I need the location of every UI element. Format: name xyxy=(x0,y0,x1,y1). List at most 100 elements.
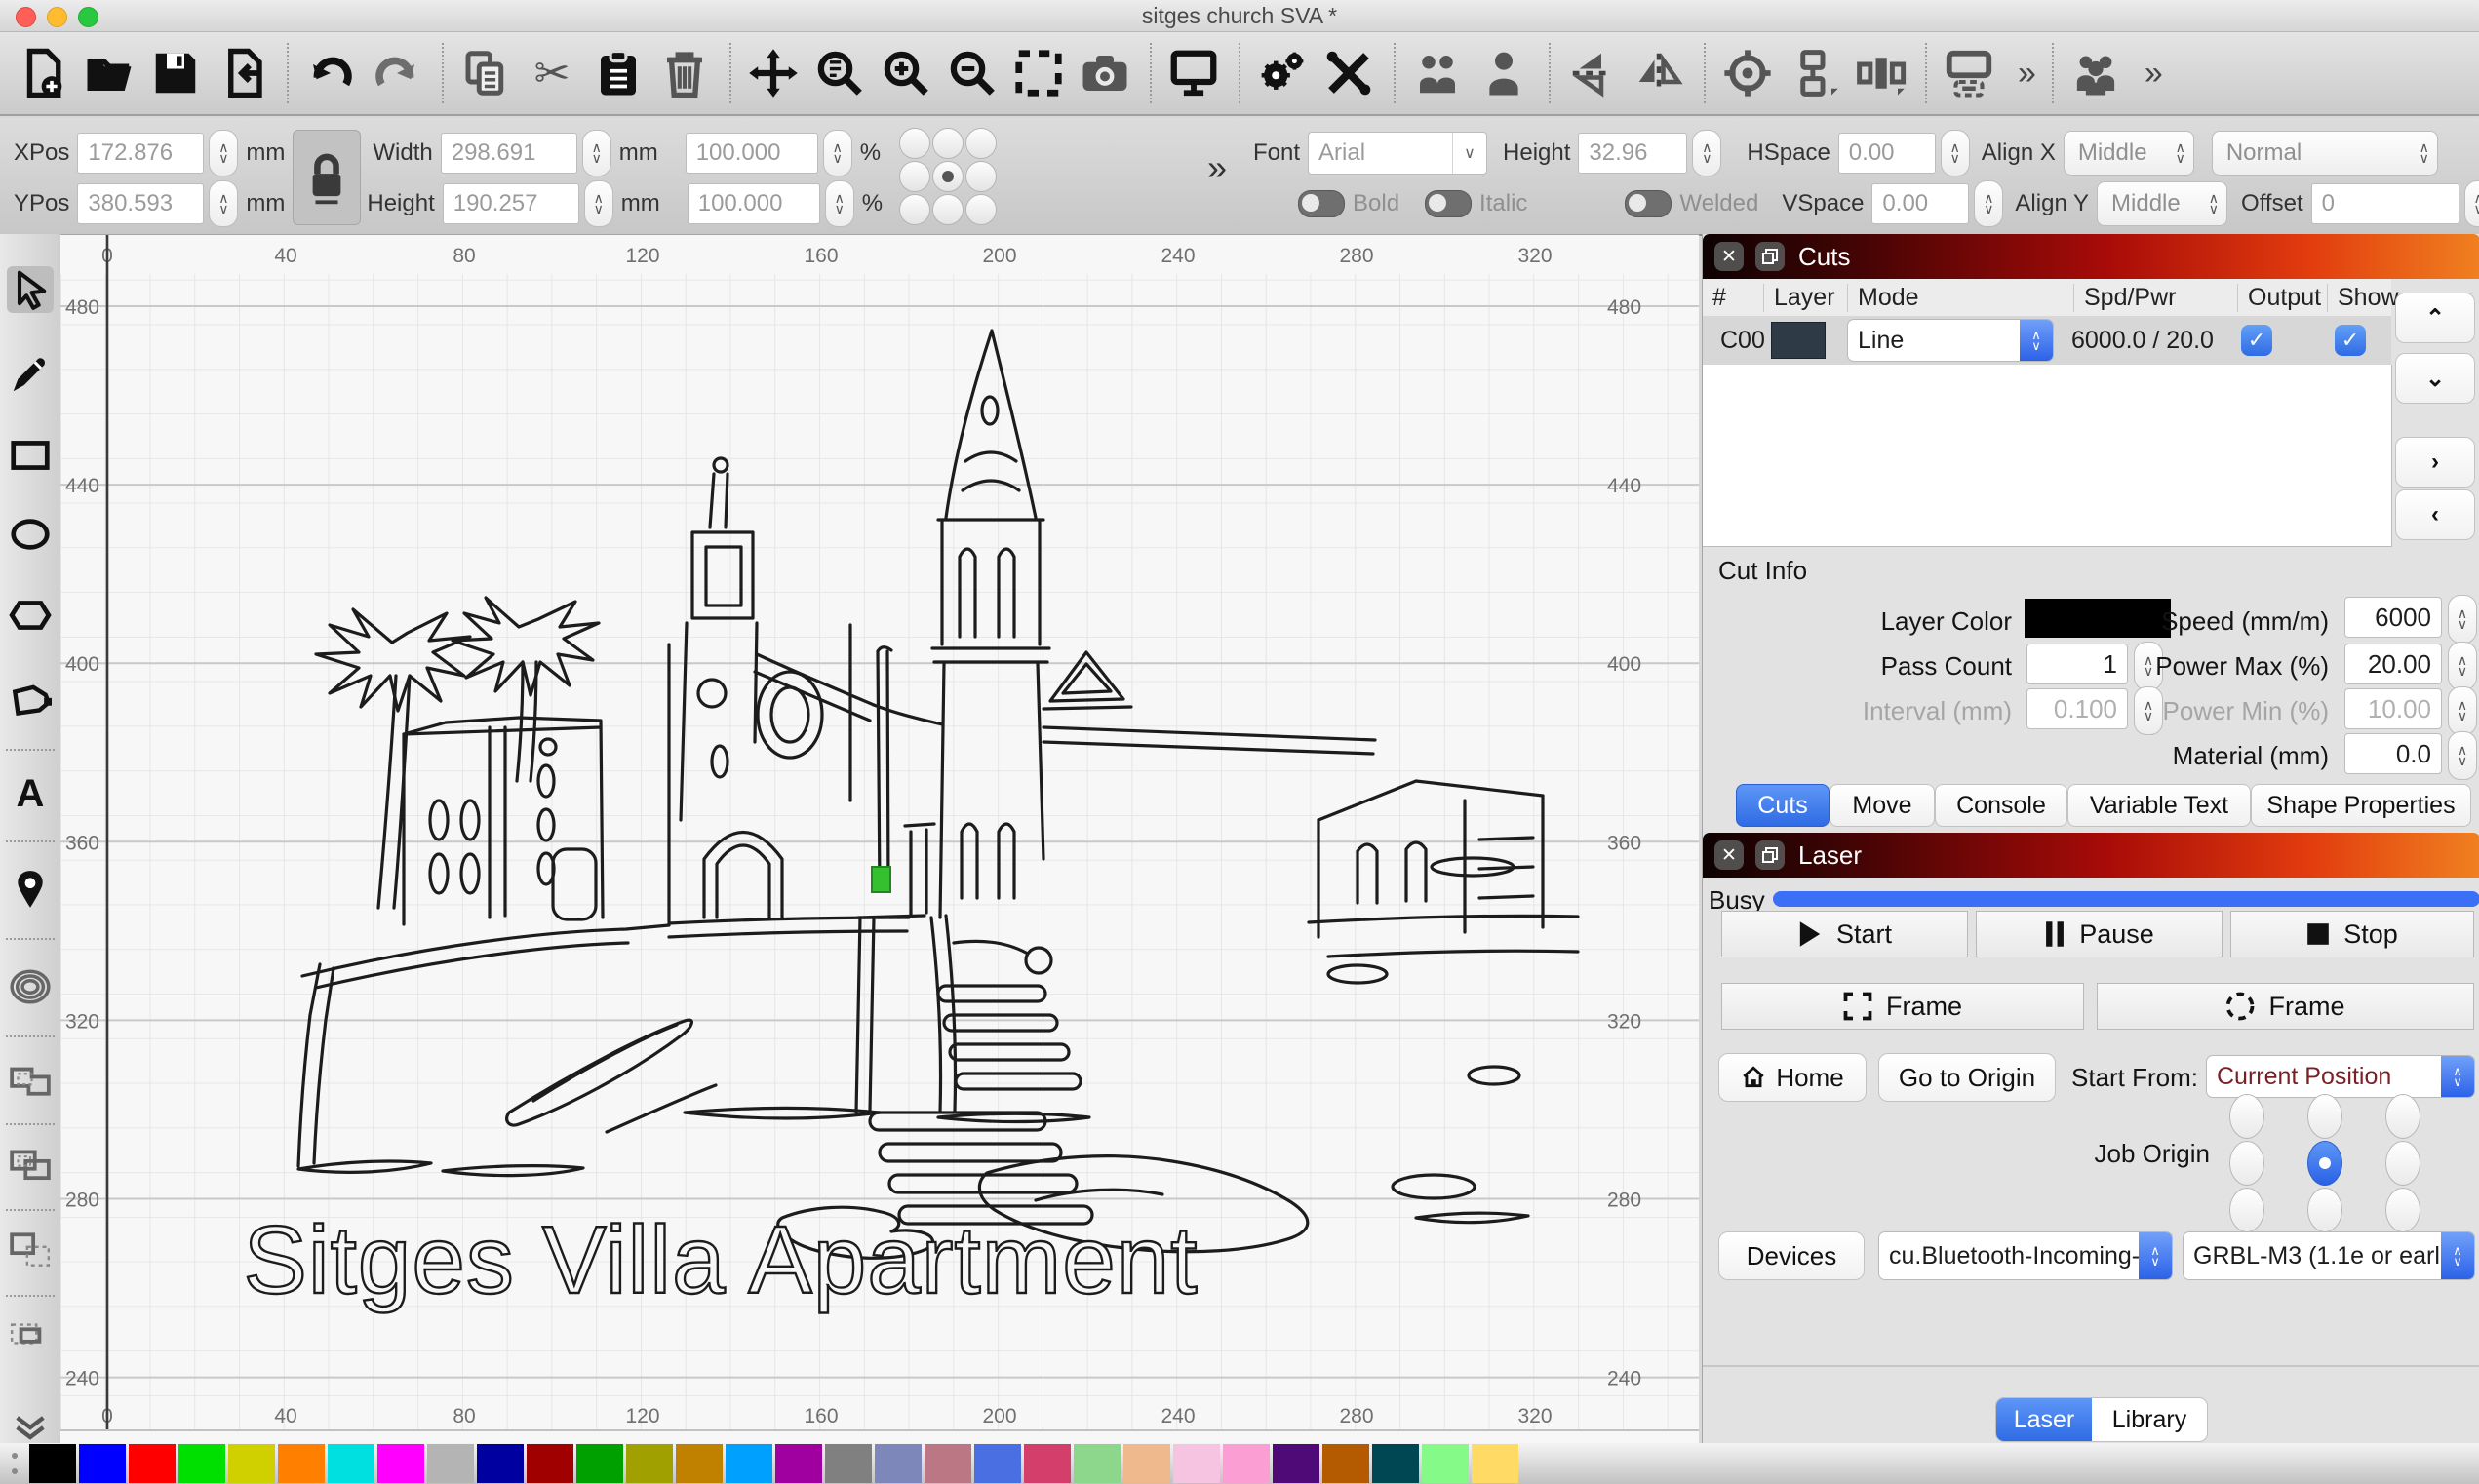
text-tool[interactable]: A xyxy=(7,770,54,817)
palette-swatch[interactable] xyxy=(129,1444,176,1483)
anchor-middle-left[interactable] xyxy=(899,161,930,192)
vspace-stepper[interactable]: ∧∨ xyxy=(1974,180,2003,227)
job-origin-bottom-center[interactable] xyxy=(2307,1188,2342,1232)
offset-stepper[interactable]: ∧∨ xyxy=(2464,180,2479,227)
palette-swatch[interactable] xyxy=(427,1444,474,1483)
welded-toggle[interactable] xyxy=(1625,190,1672,217)
palette-swatch[interactable] xyxy=(527,1444,573,1483)
height-field[interactable]: 190.257 xyxy=(443,183,579,224)
xpos-stepper[interactable]: ∧∨ xyxy=(209,130,238,176)
text-style-select[interactable]: Normal∧∨ xyxy=(2212,131,2438,176)
material-field[interactable]: 0.0 xyxy=(2344,733,2442,774)
select-tool[interactable] xyxy=(7,266,54,313)
palette-swatch[interactable] xyxy=(1223,1444,1270,1483)
anchor-middle-center[interactable] xyxy=(932,161,964,192)
offset-field[interactable]: 0 xyxy=(2311,183,2459,224)
palette-swatch[interactable] xyxy=(775,1444,822,1483)
layer-color-swatch[interactable] xyxy=(1771,322,1826,359)
power-max-field[interactable]: 20.00 xyxy=(2344,644,2442,684)
goto-origin-button[interactable]: Go to Origin xyxy=(1878,1053,2056,1102)
palette-swatch[interactable] xyxy=(1273,1444,1319,1483)
settings-gears-button[interactable] xyxy=(1255,46,1310,100)
tab-move[interactable]: Move xyxy=(1830,784,1935,827)
tab-shape-properties[interactable]: Shape Properties xyxy=(2251,784,2471,827)
polygon-tool[interactable] xyxy=(7,592,54,639)
cut-scissors-button[interactable]: ✂ xyxy=(525,46,579,100)
cuts-dock-header[interactable]: ✕ Cuts xyxy=(1703,234,2479,279)
move-layer-down-button[interactable]: ⌄ xyxy=(2395,353,2475,404)
anchor-bottom-left[interactable] xyxy=(899,194,930,225)
palette-swatch[interactable] xyxy=(626,1444,673,1483)
save-button[interactable] xyxy=(148,46,203,100)
zoom-to-page-button[interactable] xyxy=(812,46,867,100)
group-button[interactable] xyxy=(1410,46,1465,100)
anchor-top-left[interactable] xyxy=(899,128,930,159)
layer-show-checkbox[interactable]: ✓ xyxy=(2335,325,2366,356)
delete-trash-button[interactable] xyxy=(657,46,712,100)
print-preview-button[interactable] xyxy=(1942,46,1996,100)
palette-swatch[interactable] xyxy=(477,1444,524,1483)
laser-position-marker[interactable] xyxy=(872,867,890,892)
camera-capture-button[interactable] xyxy=(1078,46,1132,100)
cut-layer-row[interactable]: C00 Line∧∨ 6000.0 / 20.0 ✓ ✓ xyxy=(1703,316,2391,365)
palette-swatch[interactable] xyxy=(1123,1444,1170,1483)
focus-origin-button[interactable] xyxy=(1720,46,1775,100)
palette-swatch[interactable] xyxy=(79,1444,126,1483)
italic-toggle[interactable] xyxy=(1425,190,1472,217)
speed-field[interactable]: 6000 xyxy=(2344,597,2442,638)
undo-button[interactable] xyxy=(303,46,358,100)
move-layer-up-button[interactable]: ⌃ xyxy=(2395,293,2475,343)
font-combo[interactable]: Arial∨ xyxy=(1308,132,1487,175)
palette-swatch[interactable] xyxy=(228,1444,275,1483)
ungroup-button[interactable] xyxy=(1476,46,1531,100)
palette-swatch[interactable] xyxy=(178,1444,225,1483)
job-origin-top-left[interactable] xyxy=(2229,1094,2264,1139)
device-tools-button[interactable] xyxy=(1321,46,1376,100)
frame-selection-button[interactable] xyxy=(1011,46,1066,100)
edit-nodes-tool[interactable] xyxy=(7,678,54,724)
palette-swatch[interactable] xyxy=(875,1444,922,1483)
power-min-field[interactable]: 10.00 xyxy=(2344,688,2442,729)
mirror-vertical-button[interactable] xyxy=(1565,46,1620,100)
float-panel-icon[interactable] xyxy=(1755,242,1785,271)
job-origin-middle-left[interactable] xyxy=(2229,1141,2264,1186)
palette-swatch[interactable] xyxy=(29,1444,76,1483)
start-button[interactable]: Start xyxy=(1721,911,1968,957)
font-height-stepper[interactable]: ∧∨ xyxy=(1692,130,1721,176)
palette-swatch[interactable] xyxy=(328,1444,374,1483)
layer-output-checkbox[interactable]: ✓ xyxy=(2241,325,2272,356)
palette-swatch[interactable] xyxy=(825,1444,872,1483)
job-origin-middle-right[interactable] xyxy=(2385,1141,2420,1186)
anchor-bottom-center[interactable] xyxy=(932,194,964,225)
boolean-subtract-tool[interactable] xyxy=(7,1227,54,1273)
float-panel-icon[interactable] xyxy=(1755,840,1785,870)
anchor-top-right[interactable] xyxy=(965,128,997,159)
palette-swatch[interactable] xyxy=(676,1444,723,1483)
job-origin-bottom-right[interactable] xyxy=(2385,1188,2420,1232)
zoom-in-button[interactable] xyxy=(879,46,933,100)
layer-list-area[interactable] xyxy=(1703,365,2392,547)
boolean-intersect-tool[interactable] xyxy=(7,1310,54,1357)
weld-shapes-tool[interactable] xyxy=(7,1055,54,1102)
width-percent-field[interactable]: 100.000 xyxy=(686,133,818,174)
bold-toggle[interactable] xyxy=(1298,190,1345,217)
palette-swatch[interactable] xyxy=(925,1444,971,1483)
power-min-stepper[interactable]: ∧∨ xyxy=(2448,686,2477,735)
xpos-field[interactable]: 172.876 xyxy=(77,133,204,174)
artwork-caption-text[interactable]: Sitges Villa Apartment xyxy=(244,1206,1199,1313)
ellipse-tool[interactable] xyxy=(7,511,54,558)
preview-window-button[interactable] xyxy=(1166,46,1221,100)
vspace-field[interactable]: 0.00 xyxy=(1871,183,1969,224)
palette-swatch[interactable] xyxy=(1074,1444,1121,1483)
mirror-horizontal-button[interactable] xyxy=(1632,46,1686,100)
font-height-field[interactable]: 32.96 xyxy=(1578,133,1687,174)
stop-button[interactable]: Stop xyxy=(2230,911,2474,957)
rectangle-tool[interactable] xyxy=(7,432,54,479)
align-x-select[interactable]: Middle∧∨ xyxy=(2064,131,2194,176)
tab-variable-text[interactable]: Variable Text xyxy=(2067,784,2251,827)
palette-swatch[interactable] xyxy=(1422,1444,1469,1483)
palette-swatch[interactable] xyxy=(1372,1444,1419,1483)
anchor-bottom-right[interactable] xyxy=(965,194,997,225)
zoom-out-button[interactable] xyxy=(945,46,1000,100)
align-y-select[interactable]: Middle∧∨ xyxy=(2097,181,2227,226)
